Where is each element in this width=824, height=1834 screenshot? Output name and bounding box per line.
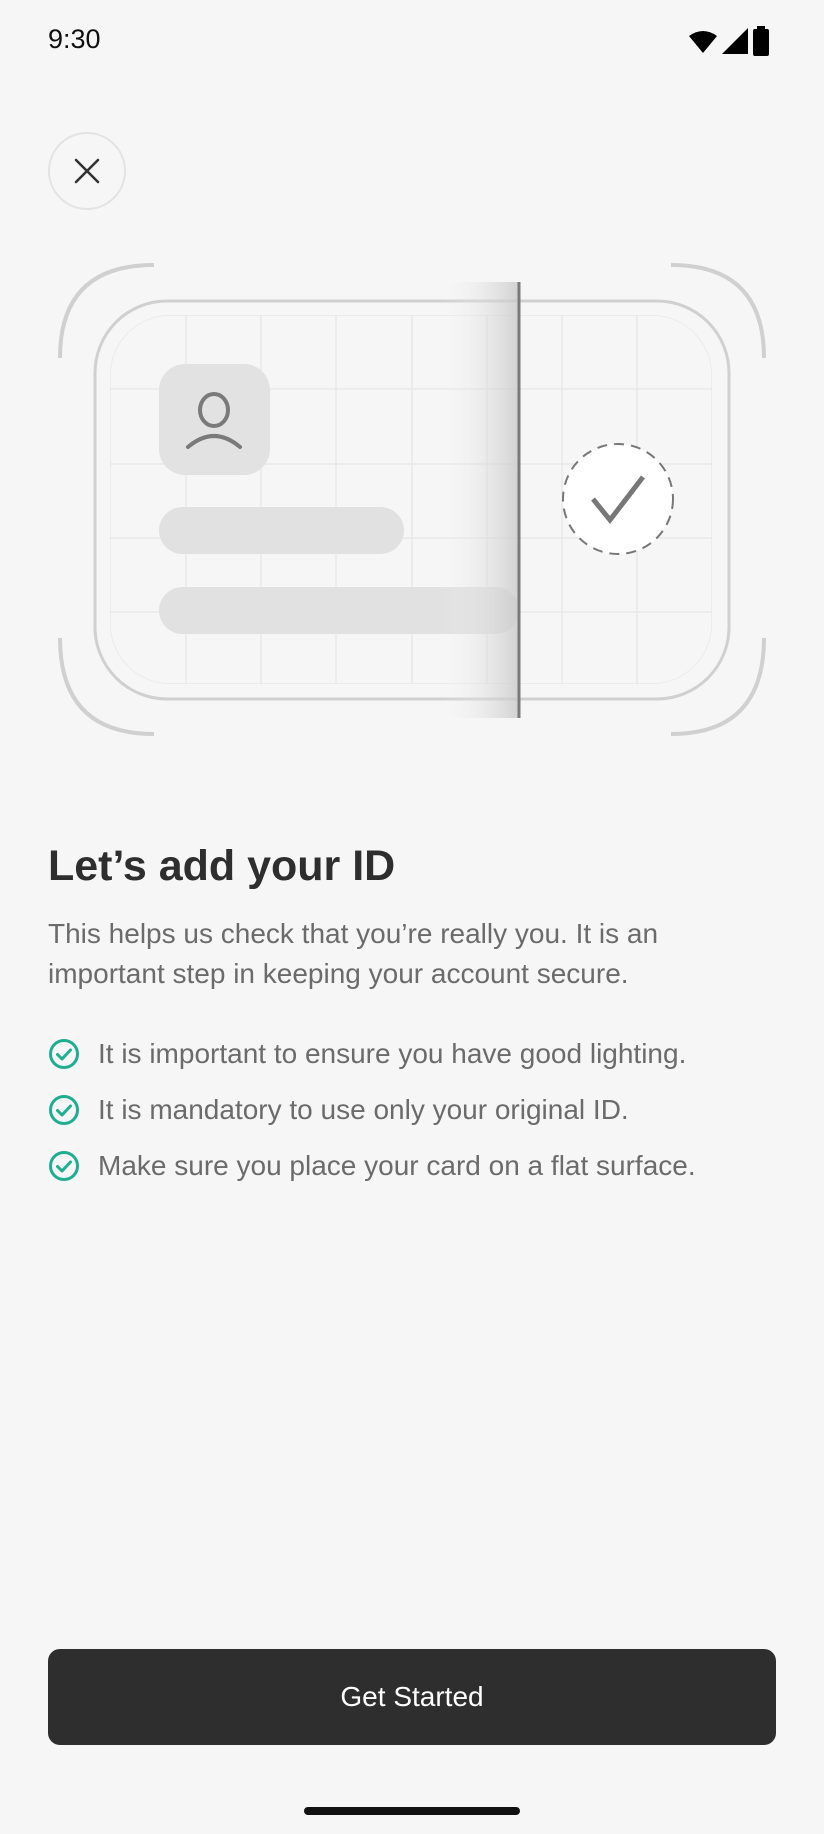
close-icon — [74, 158, 100, 184]
list-item: It is important to ensure you have good … — [48, 1026, 696, 1082]
status-icons — [688, 26, 770, 56]
status-time: 9:30 — [48, 24, 101, 54]
home-indicator[interactable] — [304, 1807, 520, 1815]
scan-shadow — [440, 282, 519, 718]
check-circle-icon — [49, 1151, 79, 1181]
check-circle-icon — [49, 1039, 79, 1069]
list-item: Make sure you place your card on a flat … — [48, 1138, 696, 1194]
tip-text: Make sure you place your card on a flat … — [98, 1150, 696, 1181]
id-card-illustration — [58, 263, 766, 736]
page-title: Let’s add your ID — [48, 842, 396, 890]
close-button[interactable] — [48, 132, 126, 210]
text-placeholder-1 — [159, 507, 404, 554]
tip-text: It is important to ensure you have good … — [98, 1038, 687, 1069]
tip-text: It is mandatory to use only your origina… — [98, 1094, 629, 1125]
battery-icon — [753, 26, 769, 56]
page-description: This helps us check that you’re really y… — [48, 918, 659, 989]
list-item: It is mandatory to use only your origina… — [48, 1082, 696, 1138]
verify-badge — [562, 443, 674, 555]
photo-placeholder — [159, 364, 270, 475]
tips-list: It is important to ensure you have good … — [48, 1026, 696, 1194]
signal-icon — [722, 28, 748, 54]
check-circle-icon — [49, 1095, 79, 1125]
wifi-icon — [689, 31, 717, 53]
get-started-button[interactable]: Get Started — [48, 1649, 776, 1745]
